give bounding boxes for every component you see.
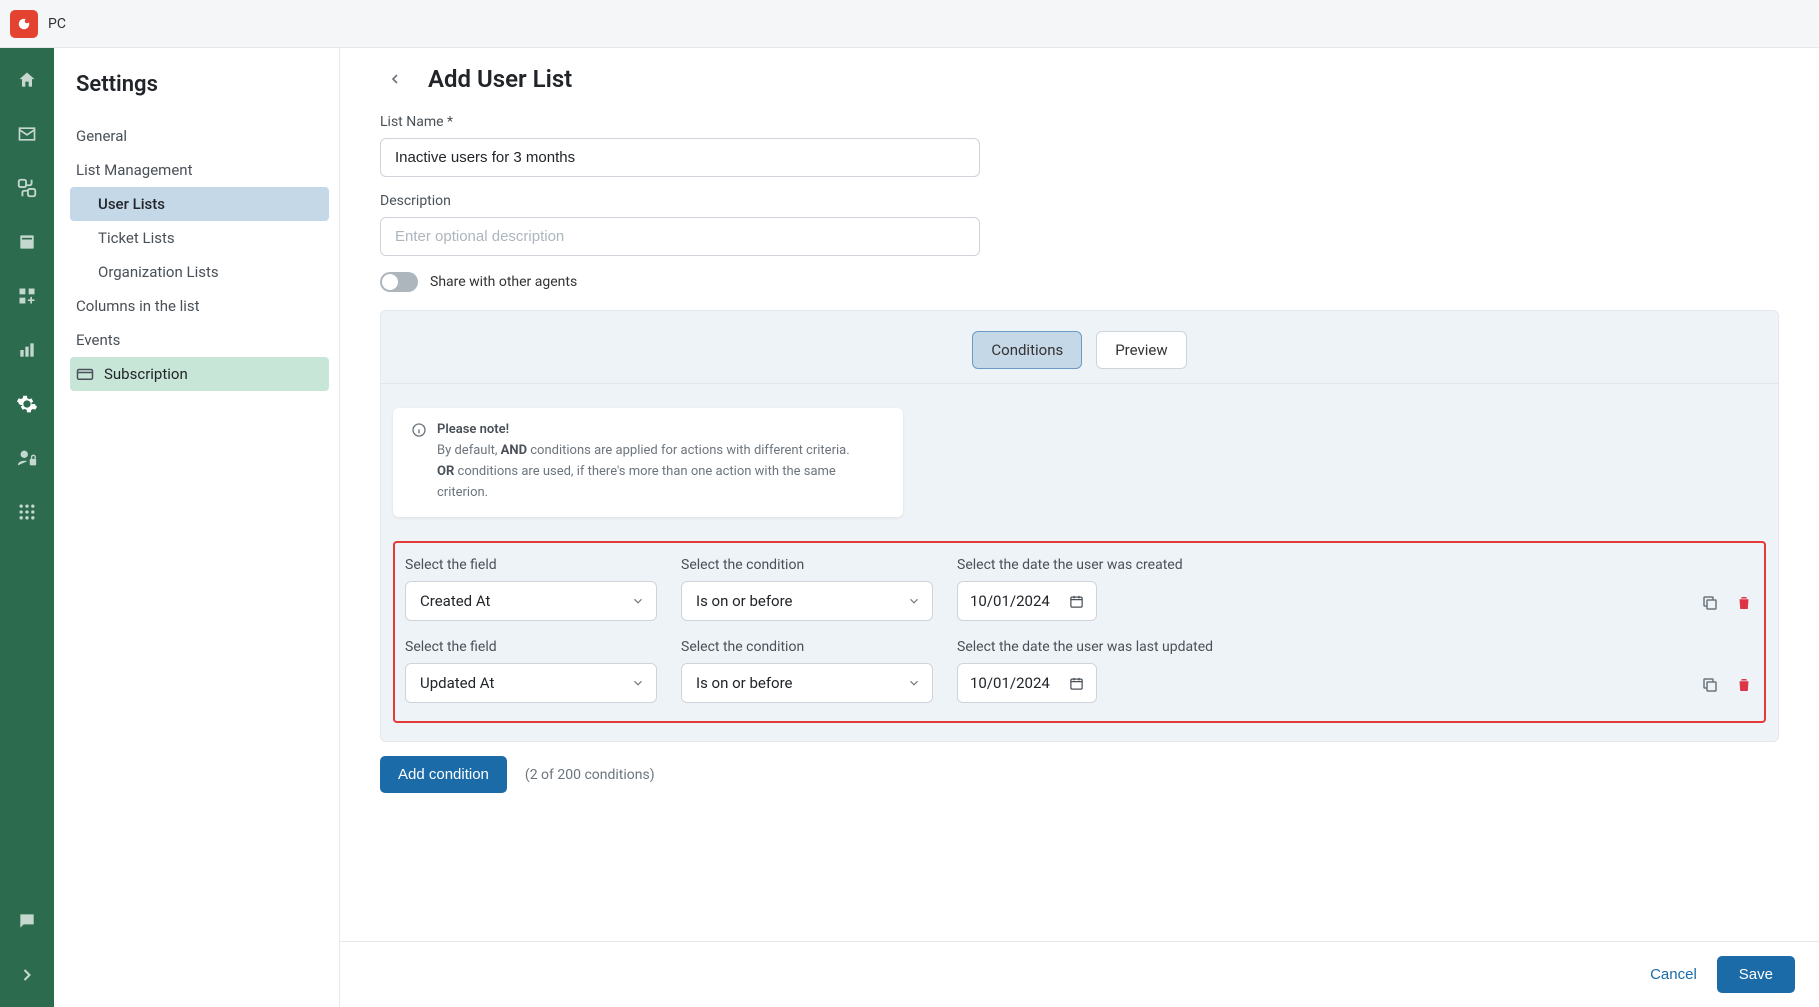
conditions-panel: Conditions Preview Please note! By defau… [380,310,1779,742]
calendar-icon [1069,676,1084,691]
info-icon [411,422,427,438]
note-title: Please note! [437,422,885,437]
delete-button[interactable] [1734,675,1754,695]
settings-sidebar: Settings General List Management User Li… [54,48,340,1007]
app-logo[interactable] [10,10,38,38]
condition-row: Select the field Created At Select the c… [405,557,1754,621]
duplicate-button[interactable] [1700,593,1720,613]
rail-home-icon[interactable] [15,68,39,92]
sidebar-item-label: Subscription [104,365,188,383]
list-name-label: List Name * [380,114,1779,130]
note-line1: By default, AND conditions are applied f… [437,441,885,462]
sidebar-item-events[interactable]: Events [70,323,329,357]
condition-label: Select the condition [681,639,933,655]
rail-expand-icon[interactable] [15,963,39,987]
field-label: Select the field [405,557,657,573]
tab-conditions[interactable]: Conditions [972,331,1082,369]
note-line2: OR conditions are used, if there's more … [437,462,885,504]
save-button[interactable]: Save [1717,956,1795,993]
left-rail [0,48,54,1007]
back-button[interactable] [380,64,410,94]
field-label: Select the field [405,639,657,655]
rail-apps-icon[interactable] [15,500,39,524]
rail-chart-icon[interactable] [15,338,39,362]
date-label: Select the date the user was last update… [957,639,1213,655]
description-label: Description [380,193,1779,209]
rail-sync-icon[interactable] [15,176,39,200]
conditions-list: Select the field Created At Select the c… [393,541,1766,723]
field-select[interactable]: Created At [405,581,657,621]
condition-row: Select the field Updated At Select the c… [405,639,1754,703]
rail-book-icon[interactable] [15,230,39,254]
duplicate-button[interactable] [1700,675,1720,695]
condition-select[interactable]: Is on or before [681,581,933,621]
main-content: Add User List List Name * Description Sh… [340,48,1819,1007]
share-label: Share with other agents [430,274,577,290]
footer-bar: Cancel Save [340,941,1819,1007]
date-input[interactable]: 10/01/2024 [957,581,1097,621]
field-select[interactable]: Updated At [405,663,657,703]
calendar-icon [1069,594,1084,609]
rail-user-lock-icon[interactable] [15,446,39,470]
delete-button[interactable] [1734,593,1754,613]
share-toggle[interactable] [380,272,418,292]
date-label: Select the date the user was created [957,557,1183,573]
sidebar-item-ticket-lists[interactable]: Ticket Lists [70,221,329,255]
rail-settings-icon[interactable] [15,392,39,416]
sidebar-item-columns[interactable]: Columns in the list [70,289,329,323]
conditions-count: (2 of 200 conditions) [525,767,655,783]
note-box: Please note! By default, AND conditions … [393,408,903,517]
sidebar-item-general[interactable]: General [70,119,329,153]
add-condition-button[interactable]: Add condition [380,756,507,793]
sidebar-item-organization-lists[interactable]: Organization Lists [70,255,329,289]
sidebar-item-subscription[interactable]: Subscription [70,357,329,391]
sidebar-title: Settings [76,72,329,97]
rail-chat-icon[interactable] [15,909,39,933]
rail-grid-icon[interactable] [15,284,39,308]
sidebar-item-user-lists[interactable]: User Lists [70,187,329,221]
credit-card-icon [76,365,94,383]
topbar: PC [0,0,1819,48]
date-input[interactable]: 10/01/2024 [957,663,1097,703]
workspace-name[interactable]: PC [48,16,66,32]
condition-select[interactable]: Is on or before [681,663,933,703]
condition-label: Select the condition [681,557,933,573]
page-title: Add User List [428,65,572,93]
description-input[interactable] [380,217,980,256]
rail-mail-icon[interactable] [15,122,39,146]
tab-preview[interactable]: Preview [1096,331,1186,369]
cancel-button[interactable]: Cancel [1650,966,1697,983]
sidebar-item-list-management[interactable]: List Management [70,153,329,187]
list-name-input[interactable] [380,138,980,177]
